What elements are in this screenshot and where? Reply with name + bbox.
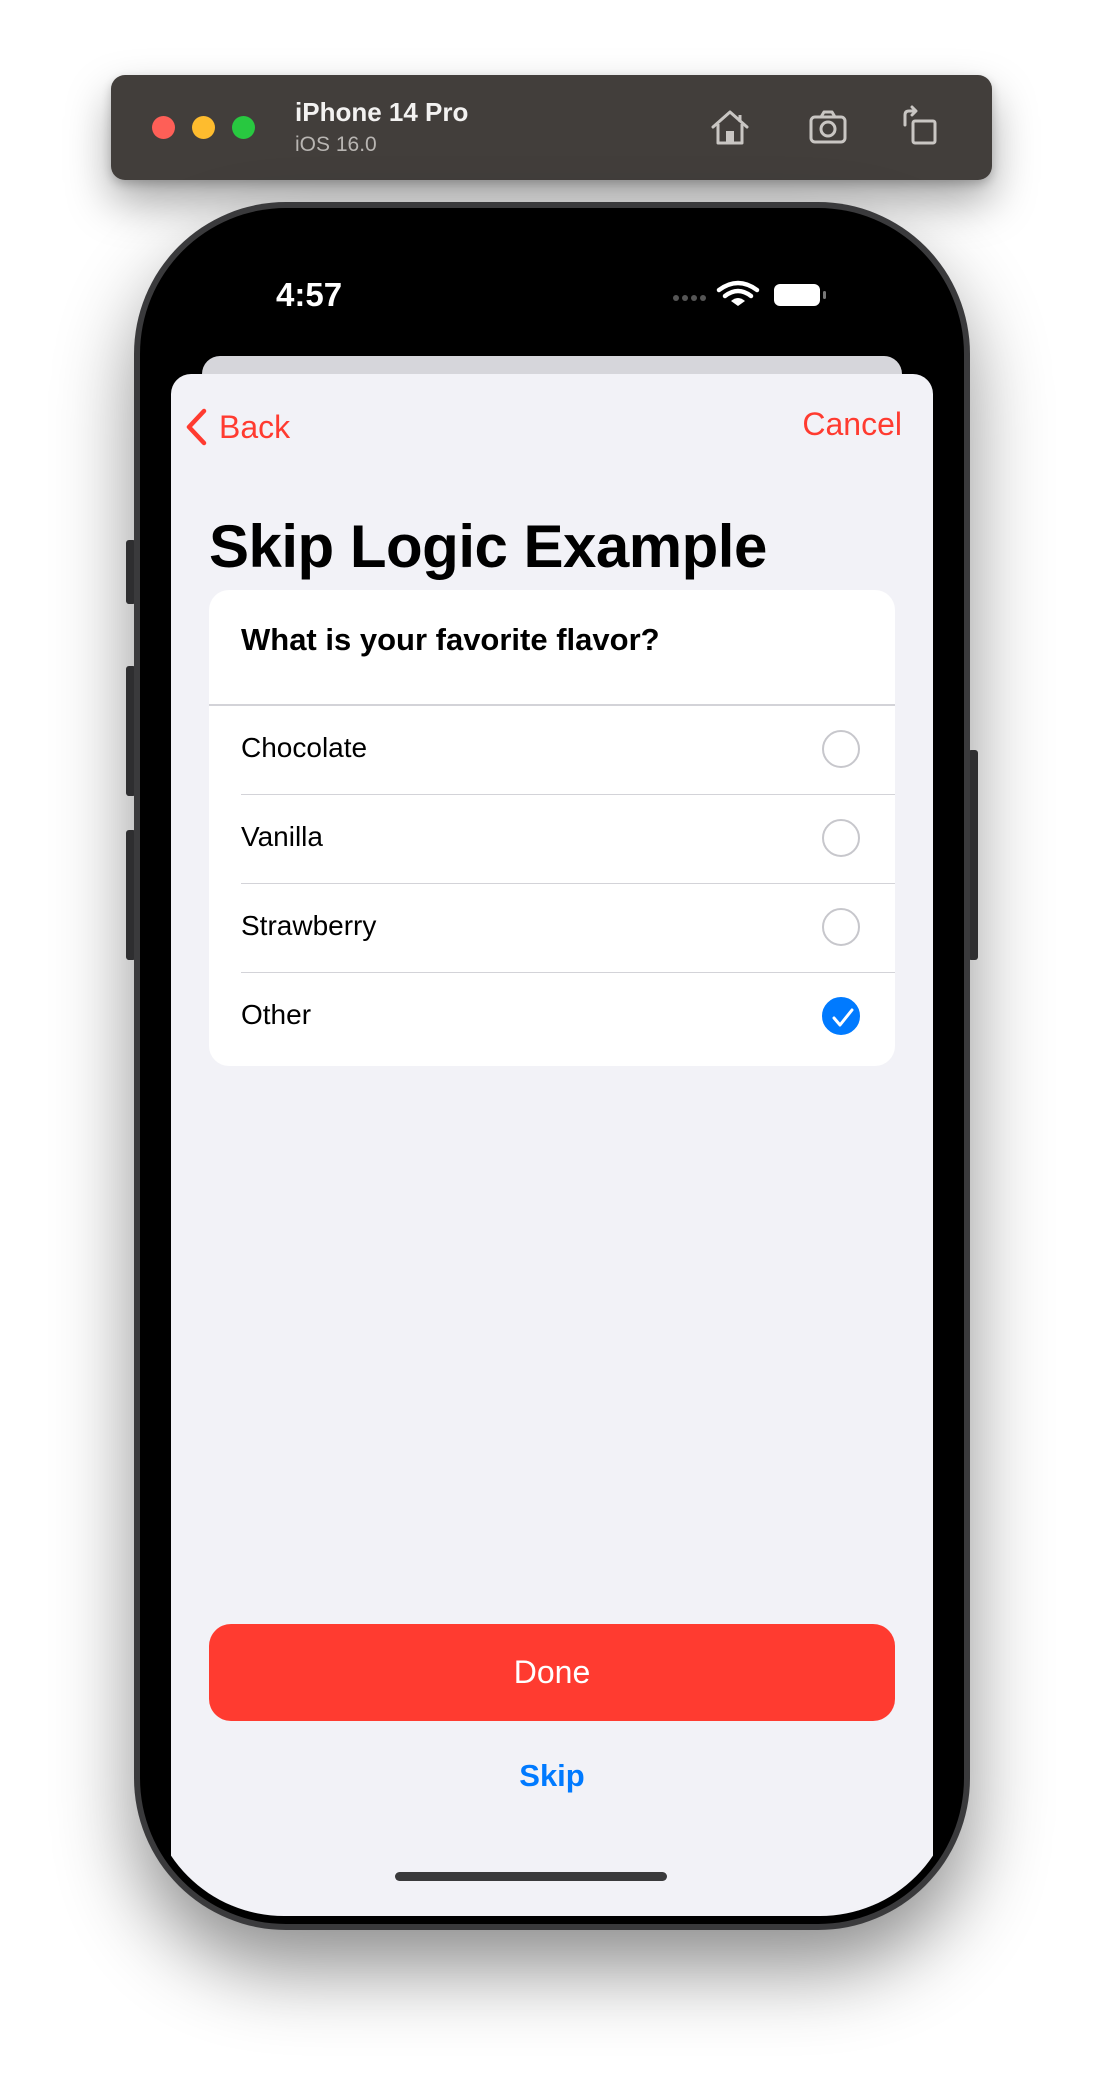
radio-unchecked-icon[interactable]	[822, 730, 860, 768]
option-label: Other	[241, 999, 312, 1030]
option-vanilla[interactable]: Vanilla	[209, 795, 895, 884]
wifi-icon	[716, 280, 760, 306]
close-window-button[interactable]	[152, 116, 175, 139]
zoom-window-button[interactable]	[232, 116, 255, 139]
status-icons	[672, 280, 832, 315]
radio-unchecked-icon[interactable]	[822, 908, 860, 946]
checkmark-icon	[832, 1008, 854, 1027]
screenshot-icon[interactable]	[805, 105, 851, 149]
skip-button[interactable]: Skip	[171, 1758, 933, 1794]
option-other[interactable]: Other	[209, 973, 895, 1062]
option-label: Chocolate	[241, 732, 368, 763]
option-strawberry[interactable]: Strawberry	[209, 884, 895, 973]
option-label: Vanilla	[241, 821, 323, 852]
option-chocolate[interactable]: Chocolate	[209, 706, 895, 795]
battery-icon	[774, 284, 826, 306]
os-version: iOS 16.0	[295, 133, 377, 156]
signal-dots-icon	[673, 295, 706, 301]
rotate-icon[interactable]	[897, 105, 943, 149]
radio-checked-icon[interactable]	[822, 997, 860, 1035]
home-indicator	[395, 1872, 667, 1881]
form-sheet: Back Cancel Skip Logic Example What is y…	[171, 374, 933, 1916]
simulator-toolbar: iPhone 14 Pro iOS 16.0	[111, 75, 992, 180]
question-card: What is your favorite flavor? Chocolate …	[209, 590, 895, 1066]
minimize-window-button[interactable]	[192, 116, 215, 139]
phone-screen: 4:57 Back Cancel Skip Logic Example What…	[148, 216, 956, 1916]
chevron-left-icon	[186, 408, 207, 446]
back-button-label: Back	[219, 408, 291, 445]
status-time: 4:57	[276, 276, 343, 313]
cancel-button[interactable]: Cancel	[802, 406, 902, 443]
page-title: Skip Logic Example	[209, 513, 767, 580]
question-text: What is your favorite flavor?	[241, 622, 660, 657]
back-button[interactable]: Back	[185, 404, 290, 450]
radio-unchecked-icon[interactable]	[822, 819, 860, 857]
done-button[interactable]: Done	[209, 1624, 895, 1721]
device-name: iPhone 14 Pro	[295, 97, 469, 127]
option-label: Strawberry	[241, 910, 377, 941]
home-icon[interactable]	[707, 105, 753, 149]
